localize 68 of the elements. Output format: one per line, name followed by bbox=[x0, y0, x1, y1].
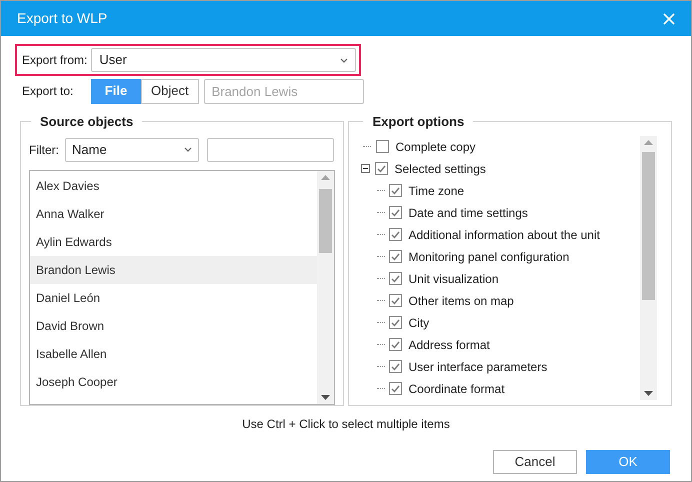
option-label: Address format bbox=[408, 336, 490, 354]
checkbox[interactable] bbox=[389, 316, 402, 329]
option-label: Coordinate format bbox=[408, 380, 505, 398]
target-input-field[interactable]: Brandon Lewis bbox=[204, 78, 364, 104]
checkbox[interactable] bbox=[389, 228, 402, 241]
chevron-down-icon bbox=[184, 147, 192, 152]
scroll-up-arrow-icon[interactable] bbox=[644, 140, 653, 144]
scroll-down-arrow-icon[interactable] bbox=[644, 390, 653, 396]
option-label: Date and time settings bbox=[408, 204, 528, 222]
option-label: Monitoring panel configuration bbox=[408, 248, 570, 266]
window-title: Export to WLP bbox=[17, 9, 108, 28]
list-item[interactable]: Joseph Cooper bbox=[30, 368, 318, 396]
check-icon bbox=[391, 252, 400, 260]
option-label: User interface parameters bbox=[408, 358, 548, 376]
checkbox[interactable] bbox=[389, 382, 402, 395]
check-icon bbox=[391, 230, 400, 238]
check-icon bbox=[377, 164, 386, 172]
list-item[interactable]: Anna Walker bbox=[30, 200, 318, 228]
checkbox[interactable] bbox=[389, 250, 402, 263]
option-label: Other items on map bbox=[408, 292, 514, 310]
check-icon bbox=[391, 362, 400, 370]
option-label: Additional information about the unit bbox=[408, 226, 600, 244]
list-item[interactable]: Daniel León bbox=[30, 284, 318, 312]
check-icon bbox=[391, 186, 400, 194]
checkbox[interactable] bbox=[389, 338, 402, 351]
option-label: Selected settings bbox=[394, 160, 486, 178]
list-item[interactable]: Alex Davies bbox=[30, 172, 318, 200]
chevron-down-icon bbox=[340, 58, 348, 62]
collapse-toggle-icon[interactable] bbox=[361, 164, 370, 173]
list-item[interactable]: Isabelle Allen bbox=[30, 340, 318, 368]
scrollbar[interactable] bbox=[317, 170, 334, 404]
field-label: Export from: bbox=[22, 52, 88, 69]
check-icon bbox=[391, 296, 400, 304]
checkbox[interactable] bbox=[389, 184, 402, 197]
list-item[interactable]: Aylin Edwards bbox=[30, 228, 318, 256]
filter-input-field[interactable] bbox=[207, 138, 334, 162]
export-to-tab[interactable]: Object bbox=[141, 78, 199, 104]
checkbox[interactable] bbox=[375, 162, 388, 175]
scroll-up-arrow-icon[interactable] bbox=[321, 174, 330, 180]
check-icon bbox=[391, 208, 400, 216]
check-icon bbox=[391, 340, 400, 348]
filter-label: Filter: bbox=[29, 142, 59, 158]
field-label: Export to: bbox=[22, 83, 74, 100]
option-label: Unit visualization bbox=[408, 270, 499, 288]
list-item[interactable]: Brandon Lewis bbox=[30, 256, 318, 284]
hint-text: Use Ctrl + Click to select multiple items bbox=[242, 416, 450, 433]
checkbox[interactable] bbox=[389, 360, 402, 373]
checkbox[interactable] bbox=[389, 206, 402, 219]
scrollbar-thumb[interactable] bbox=[642, 152, 655, 300]
check-icon bbox=[391, 274, 400, 282]
filter-select[interactable]: Name bbox=[65, 138, 199, 162]
scrollbar-thumb[interactable] bbox=[319, 188, 332, 252]
panel-title: Source objects bbox=[39, 113, 134, 131]
list-item[interactable]: David Brown bbox=[30, 312, 318, 340]
export-from-select[interactable]: User bbox=[91, 48, 356, 72]
checkbox[interactable] bbox=[376, 140, 390, 153]
option-label: Complete copy bbox=[395, 138, 476, 156]
scrollbar[interactable] bbox=[640, 136, 657, 400]
option-label: Time zone bbox=[408, 182, 464, 200]
panel-title: Export options bbox=[371, 113, 466, 131]
close-icon[interactable] bbox=[663, 12, 675, 24]
checkbox[interactable] bbox=[389, 294, 402, 307]
cancel-button[interactable]: Cancel bbox=[493, 450, 577, 474]
scroll-down-arrow-icon[interactable] bbox=[321, 395, 330, 400]
check-icon bbox=[391, 384, 400, 392]
check-icon bbox=[391, 318, 400, 326]
checkbox[interactable] bbox=[389, 272, 402, 285]
option-label: City bbox=[408, 314, 430, 332]
